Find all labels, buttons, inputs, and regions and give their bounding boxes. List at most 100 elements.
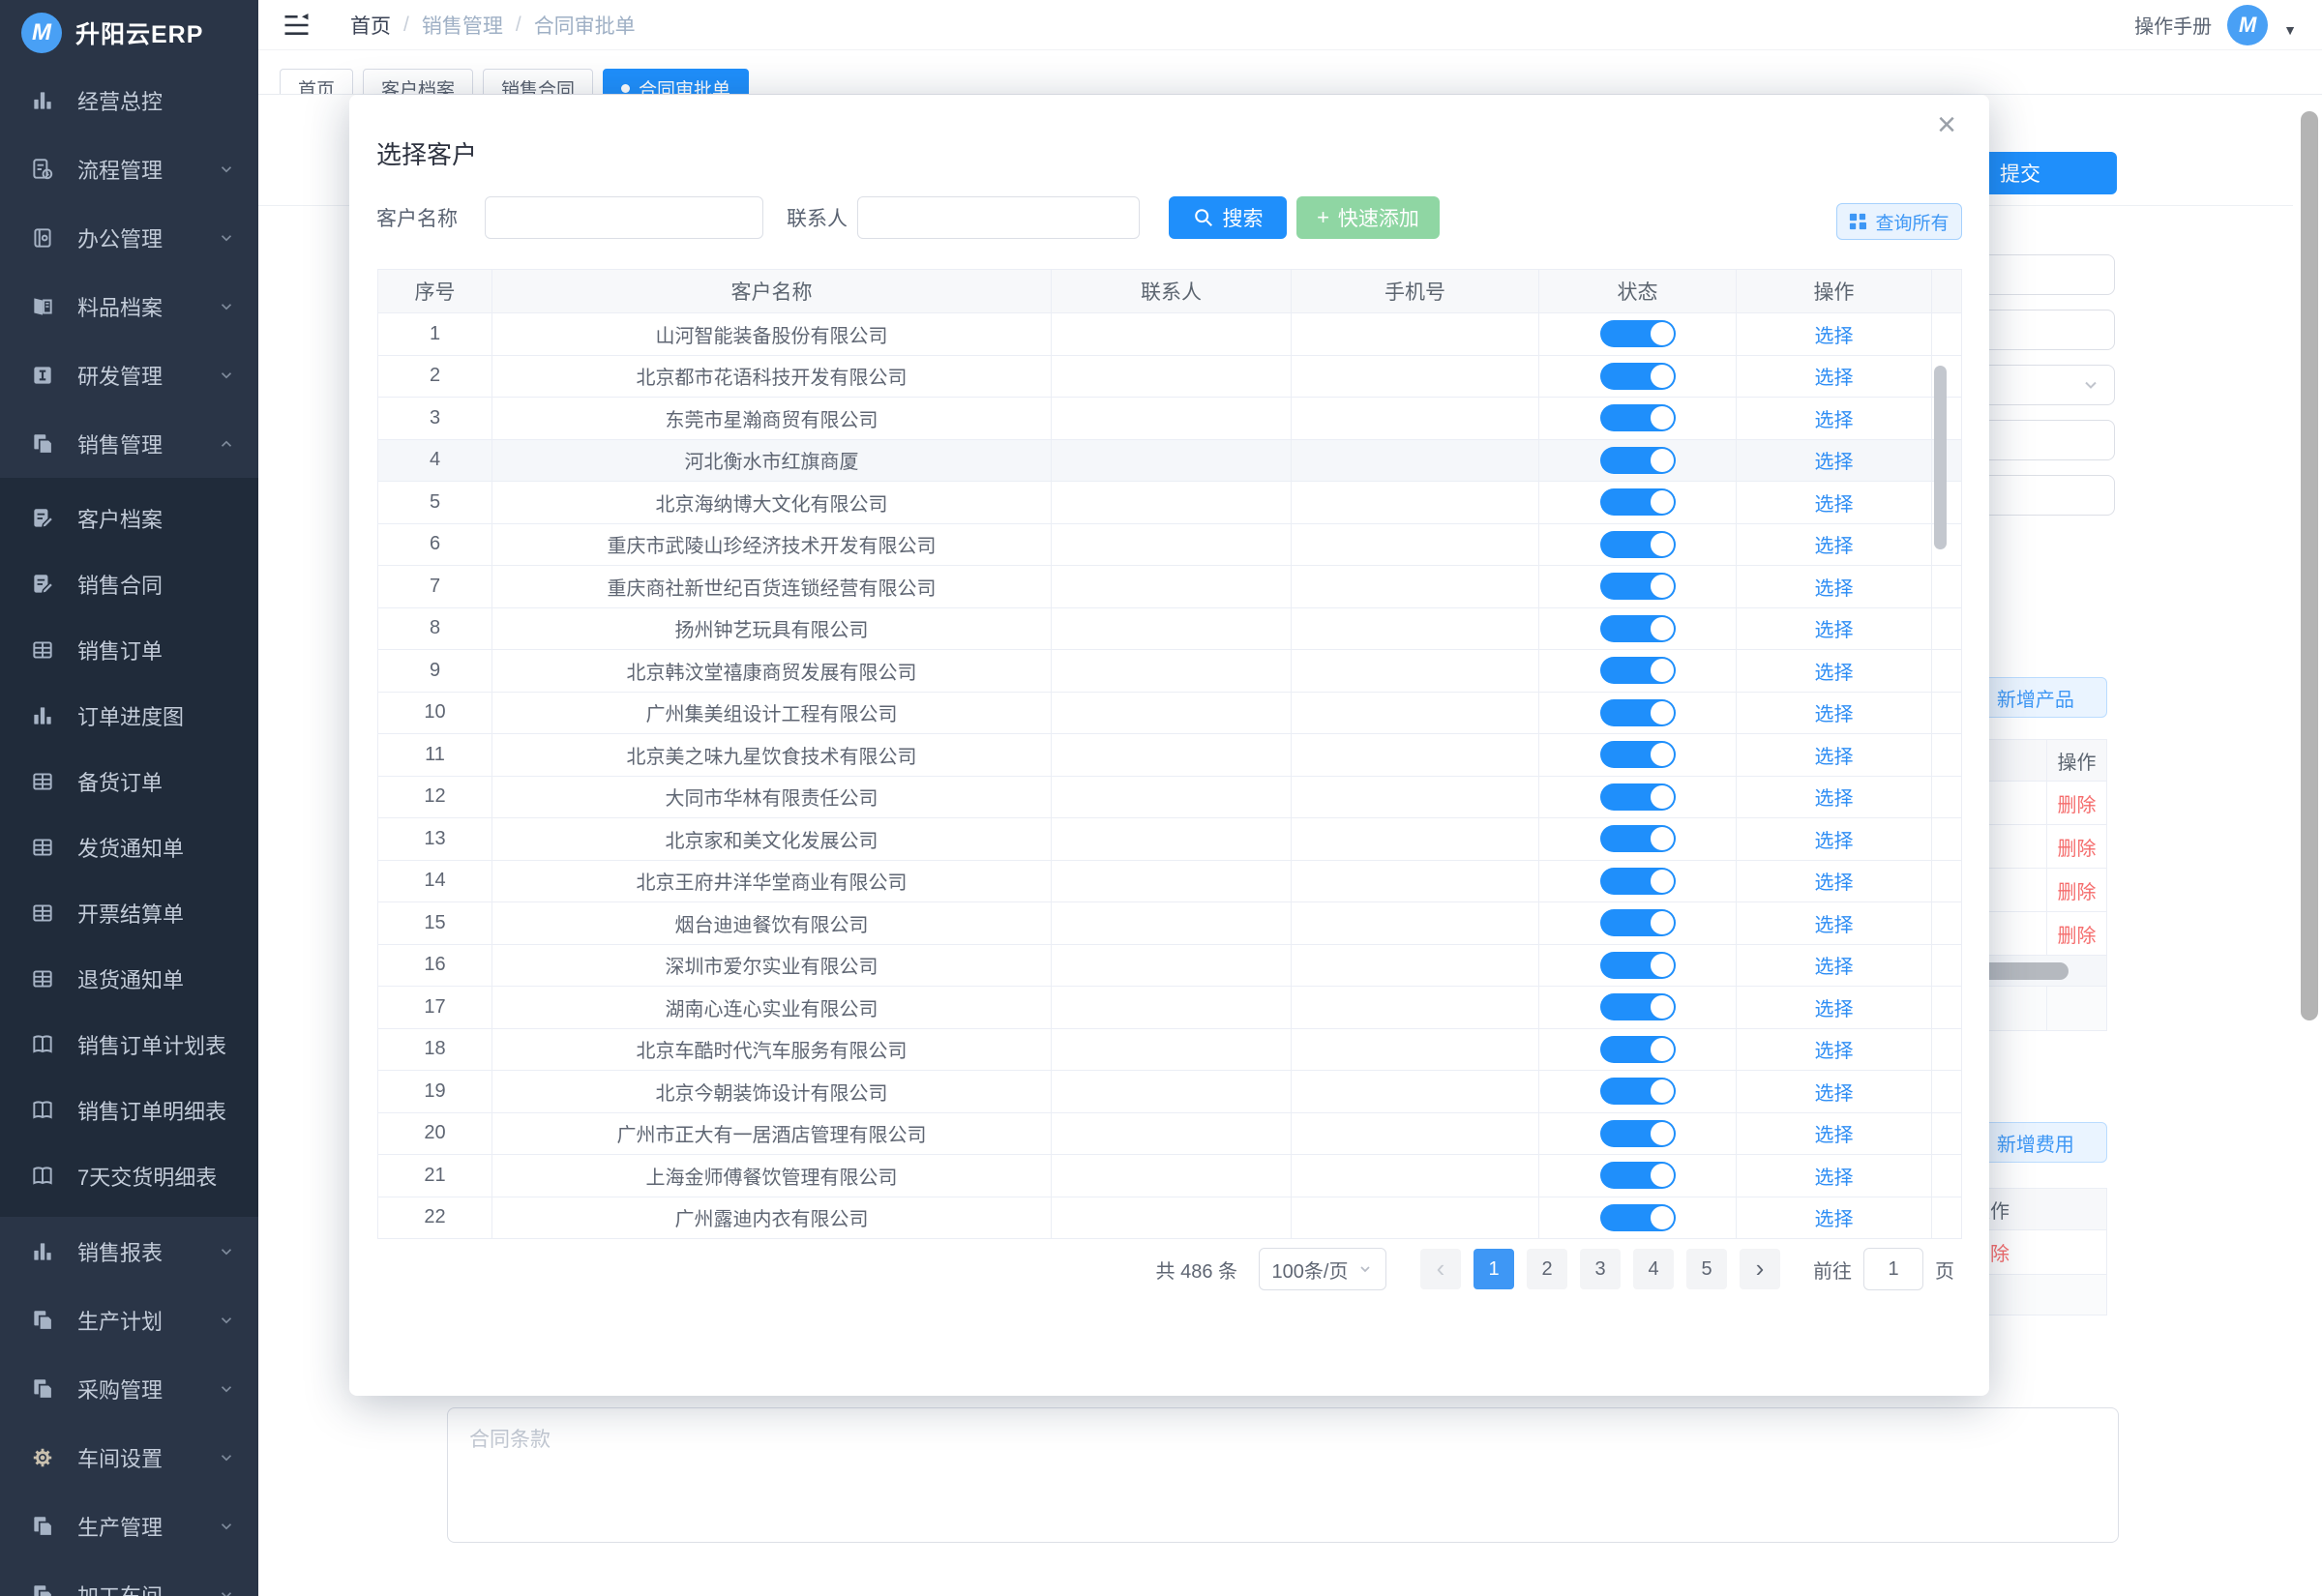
- delete-link[interactable]: 删除: [2058, 920, 2097, 948]
- sidebar-item-8[interactable]: 销售订单: [0, 617, 258, 683]
- sidebar-item-14[interactable]: 销售订单计划表: [0, 1012, 258, 1078]
- sidebar-item-13[interactable]: 退货通知单: [0, 946, 258, 1012]
- sidebar-item-0[interactable]: 经营总控: [0, 66, 258, 134]
- tab-3[interactable]: 合同审批单: [603, 69, 749, 95]
- status-toggle[interactable]: [1600, 404, 1676, 431]
- page-button-5[interactable]: 5: [1686, 1249, 1727, 1289]
- sidebar-item-18[interactable]: 生产计划: [0, 1286, 258, 1354]
- sidebar-item-5[interactable]: 销售管理: [0, 409, 258, 478]
- select-link[interactable]: 选择: [1815, 614, 1854, 642]
- sidebar-item-4[interactable]: 研发管理: [0, 340, 258, 409]
- select-link[interactable]: 选择: [1815, 867, 1854, 895]
- status-toggle[interactable]: [1600, 363, 1676, 390]
- sidebar-item-10[interactable]: 备货订单: [0, 749, 258, 814]
- next-page-button[interactable]: ›: [1740, 1249, 1780, 1289]
- select-link[interactable]: 选择: [1815, 446, 1854, 474]
- sidebar-item-6[interactable]: 客户档案: [0, 486, 258, 551]
- user-avatar[interactable]: M: [2227, 5, 2268, 45]
- collapse-sidebar-icon[interactable]: [283, 14, 310, 37]
- select-link[interactable]: 选择: [1815, 783, 1854, 811]
- sidebar-item-3[interactable]: 料品档案: [0, 272, 258, 340]
- select-link[interactable]: 选择: [1815, 657, 1854, 685]
- caret-down-icon[interactable]: ▼: [2283, 22, 2297, 38]
- sidebar-item-15[interactable]: 销售订单明细表: [0, 1078, 258, 1143]
- prev-page-button[interactable]: ‹: [1420, 1249, 1461, 1289]
- search-button[interactable]: 搜索: [1169, 196, 1287, 239]
- status-toggle[interactable]: [1600, 783, 1676, 811]
- sidebar-item-17[interactable]: 销售报表: [0, 1217, 258, 1286]
- breadcrumb-item-2[interactable]: 合同审批单: [534, 11, 636, 40]
- select-link[interactable]: 选择: [1815, 404, 1854, 432]
- page-scrollbar-thumb[interactable]: [2301, 111, 2318, 1020]
- status-toggle[interactable]: [1600, 1204, 1676, 1231]
- query-all-button[interactable]: 查询所有: [1836, 203, 1962, 240]
- manual-link[interactable]: 操作手册: [2134, 11, 2212, 39]
- page-button-4[interactable]: 4: [1633, 1249, 1674, 1289]
- sidebar-item-2[interactable]: 办公管理: [0, 203, 258, 272]
- tab-2[interactable]: 销售合同: [483, 69, 593, 95]
- select-link[interactable]: 选择: [1815, 1078, 1854, 1106]
- breadcrumb-item-0[interactable]: 首页: [350, 11, 391, 40]
- sidebar-item-19[interactable]: 采购管理: [0, 1354, 258, 1423]
- tab-1[interactable]: 客户档案: [363, 69, 473, 95]
- status-toggle[interactable]: [1600, 320, 1676, 347]
- page-size-select[interactable]: 100条/页: [1259, 1248, 1386, 1290]
- delete-link[interactable]: 删除: [2058, 789, 2097, 817]
- sidebar-item-21[interactable]: 生产管理: [0, 1492, 258, 1560]
- page-button-1[interactable]: 1: [1474, 1249, 1514, 1289]
- select-link[interactable]: 选择: [1815, 1119, 1854, 1147]
- status-toggle[interactable]: [1600, 909, 1676, 936]
- page-button-3[interactable]: 3: [1580, 1249, 1621, 1289]
- page-button-2[interactable]: 2: [1527, 1249, 1567, 1289]
- status-toggle[interactable]: [1600, 657, 1676, 684]
- breadcrumb-item-1[interactable]: 销售管理: [422, 11, 503, 40]
- status-toggle[interactable]: [1600, 993, 1676, 1020]
- select-link[interactable]: 选择: [1815, 1203, 1854, 1231]
- tab-0[interactable]: 首页: [280, 69, 353, 95]
- status-toggle[interactable]: [1600, 1036, 1676, 1063]
- sidebar-item-22[interactable]: 加工车间: [0, 1560, 258, 1596]
- quick-add-button[interactable]: + 快速添加: [1296, 196, 1440, 239]
- select-link[interactable]: 选择: [1815, 1162, 1854, 1190]
- select-link[interactable]: 选择: [1815, 573, 1854, 601]
- status-toggle[interactable]: [1600, 531, 1676, 558]
- select-link[interactable]: 选择: [1815, 993, 1854, 1021]
- goto-page-input[interactable]: [1863, 1248, 1923, 1290]
- status-toggle[interactable]: [1600, 573, 1676, 600]
- status-toggle[interactable]: [1600, 447, 1676, 474]
- sidebar-item-7[interactable]: 销售合同: [0, 551, 258, 617]
- delete-link[interactable]: 删除: [2058, 876, 2097, 904]
- status-toggle[interactable]: [1600, 825, 1676, 852]
- close-icon[interactable]: ×: [1937, 108, 1956, 141]
- select-link[interactable]: 选择: [1815, 698, 1854, 726]
- contact-input[interactable]: [857, 196, 1140, 239]
- status-toggle[interactable]: [1600, 741, 1676, 768]
- delete-link[interactable]: 删除: [2058, 833, 2097, 861]
- status-toggle[interactable]: [1600, 868, 1676, 895]
- customer-name-input[interactable]: [485, 196, 763, 239]
- select-link[interactable]: 选择: [1815, 488, 1854, 517]
- select-link[interactable]: 选择: [1815, 741, 1854, 769]
- status-toggle[interactable]: [1600, 1162, 1676, 1189]
- table-scrollbar-thumb[interactable]: [1934, 366, 1947, 549]
- select-link[interactable]: 选择: [1815, 1035, 1854, 1063]
- sidebar-item-20[interactable]: 车间设置: [0, 1423, 258, 1492]
- select-link[interactable]: 选择: [1815, 951, 1854, 979]
- sidebar-item-1[interactable]: 流程管理: [0, 134, 258, 203]
- select-link[interactable]: 选择: [1815, 825, 1854, 853]
- sidebar-item-12[interactable]: 开票结算单: [0, 880, 258, 946]
- status-toggle[interactable]: [1600, 1120, 1676, 1147]
- status-toggle[interactable]: [1600, 488, 1676, 516]
- select-link[interactable]: 选择: [1815, 530, 1854, 558]
- sidebar-item-9[interactable]: 订单进度图: [0, 683, 258, 749]
- status-toggle[interactable]: [1600, 1078, 1676, 1105]
- status-toggle[interactable]: [1600, 615, 1676, 642]
- select-link[interactable]: 选择: [1815, 320, 1854, 348]
- select-link[interactable]: 选择: [1815, 909, 1854, 937]
- status-toggle[interactable]: [1600, 952, 1676, 979]
- sidebar-item-16[interactable]: 7天交货明细表: [0, 1143, 258, 1209]
- select-link[interactable]: 选择: [1815, 362, 1854, 390]
- sidebar-item-11[interactable]: 发货通知单: [0, 814, 258, 880]
- status-toggle[interactable]: [1600, 699, 1676, 726]
- contract-terms-textarea[interactable]: [447, 1407, 2119, 1543]
